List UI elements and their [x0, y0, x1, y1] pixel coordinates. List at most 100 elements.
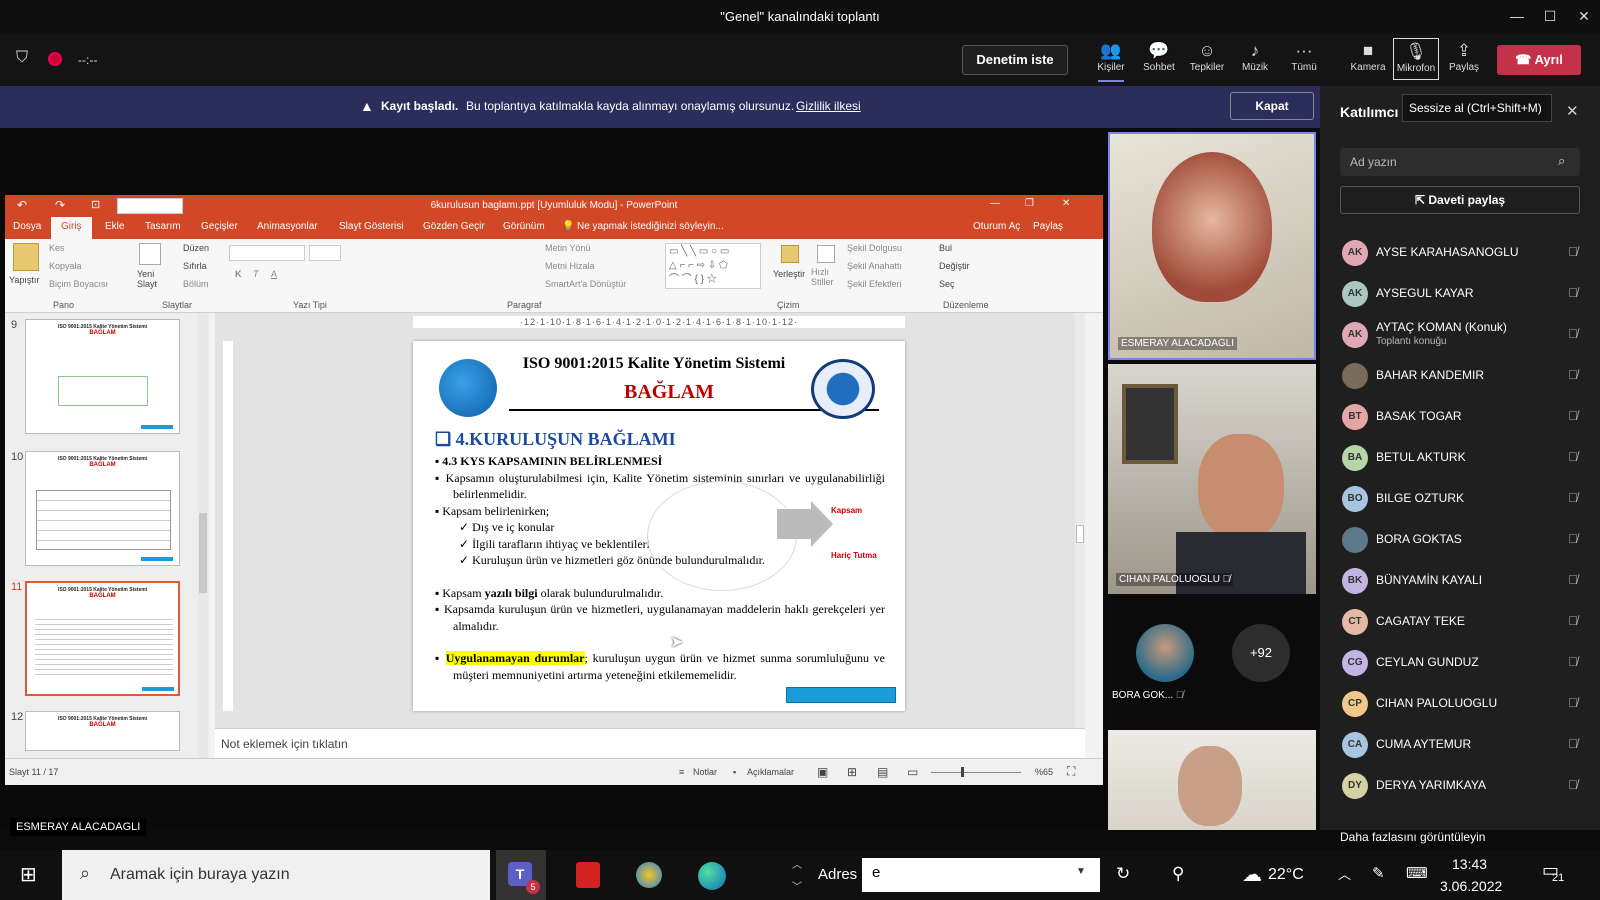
notes-icon[interactable]: ≡ [679, 767, 684, 777]
ppt-close-icon[interactable]: ✕ [1062, 198, 1070, 209]
underline-icon[interactable]: A [271, 269, 277, 279]
video-tile-speaker[interactable]: ESMERAY ALACADAGLI [1108, 132, 1316, 360]
participant-row[interactable]: BORA GOKTAS 🎙̸ [1342, 523, 1582, 555]
paste-label[interactable]: Yapıştır [9, 275, 39, 285]
acrobat-icon[interactable] [576, 862, 600, 888]
participant-row[interactable]: AK AYSEGUL KAYAR 🎙̸ [1342, 277, 1582, 309]
select-button[interactable]: Seç [939, 279, 955, 289]
participant-row[interactable]: BO BILGE OZTURK 🎙̸ [1342, 482, 1582, 514]
more-participants-button[interactable]: +92 [1232, 624, 1290, 682]
smartart-button[interactable]: SmartArt'a Dönüştür [545, 279, 626, 289]
participant-row[interactable]: CP CIHAN PALOLUOGLU 🎙̸ [1342, 687, 1582, 719]
quick-styles-icon[interactable] [817, 245, 835, 263]
refresh-icon[interactable]: ↻ [1116, 864, 1130, 884]
tab-animations[interactable]: Animasyonlar [257, 221, 318, 232]
participant-row[interactable]: CG CEYLAN GUNDUZ 🎙̸ [1342, 646, 1582, 678]
fit-slide-icon[interactable]: ⛶ [1067, 764, 1075, 779]
thumbs-scroll-thumb[interactable] [199, 513, 207, 593]
video-tile-3[interactable] [1108, 730, 1316, 830]
address-input[interactable]: e ▼ [862, 858, 1100, 892]
more-button[interactable]: ··· Tümü [1281, 40, 1327, 73]
arrange-icon[interactable] [781, 245, 799, 263]
tab-home[interactable]: Giriş [51, 217, 92, 239]
cut-button[interactable]: Kes [49, 243, 65, 253]
people-taskbar-icon[interactable]: ⚲ [1172, 864, 1184, 884]
ppt-minimize-icon[interactable]: — [990, 198, 1000, 209]
participant-row[interactable]: BT BASAK TOGAR 🎙̸ [1342, 400, 1582, 432]
close-panel-icon[interactable]: ✕ [1566, 102, 1579, 120]
reactions-button[interactable]: ☺ Tepkiler [1184, 40, 1230, 73]
participant-row[interactable]: DY DERYA YARIMKAYA 🎙̸ [1342, 769, 1582, 801]
teams-taskbar-icon[interactable]: T 5 [496, 850, 546, 900]
paste-icon[interactable] [13, 243, 39, 271]
keyboard-icon[interactable]: ⌨ [1406, 864, 1428, 882]
font-family-input[interactable] [229, 245, 305, 261]
participant-row[interactable]: CT CAGATAY TEKE 🎙̸ [1342, 605, 1582, 637]
tab-insert[interactable]: Ekle [105, 221, 124, 232]
avatar-bora[interactable] [1136, 624, 1194, 682]
video-tile-2[interactable]: CIHAN PALOLUOGLU 🎙̸ [1108, 364, 1316, 594]
tab-design[interactable]: Tasarım [145, 221, 181, 232]
shapes-gallery[interactable]: ▭ ╲ ╲ ▭ ○ ▭ △ ⌐ ⌐ ⇨ ⇩ ⬠ ⌒ ⌒ { } ☆ [665, 243, 761, 289]
layout-button[interactable]: Düzen [183, 243, 209, 253]
thumbs-scrollbar[interactable] [198, 313, 208, 758]
view-more-link[interactable]: Daha fazlasını görüntüleyin [1340, 830, 1485, 844]
copy-button[interactable]: Kopyala [49, 261, 82, 271]
slide-scroll-thumb[interactable] [1076, 525, 1084, 543]
windows-start-icon[interactable]: ⊞ [20, 862, 37, 887]
maximize-button[interactable]: ☐ [1538, 4, 1562, 28]
text-direction-button[interactable]: Metin Yönü [545, 243, 590, 253]
italic-icon[interactable]: T [253, 269, 259, 279]
slide-thumbnail-10[interactable]: ISO 9001:2015 Kalite Yönetim Sistemi BAĞ… [25, 451, 180, 566]
reset-button[interactable]: Sıfırla [183, 261, 207, 271]
slide-thumbnail-12[interactable]: ISO 9001:2015 Kalite Yönetim Sistemi BAĞ… [25, 711, 180, 751]
ppt-restore-icon[interactable]: ❐ [1025, 198, 1034, 209]
zoom-level[interactable]: %65 [1035, 767, 1053, 777]
sorter-view-icon[interactable]: ⊞ [847, 765, 857, 779]
participant-row[interactable]: AK AYTAÇ KOMAN (Konuk) Toplantı konuğu 🎙̸ [1342, 318, 1582, 350]
taskbar-search-box[interactable]: ⌕ Aramak için buraya yazın [62, 850, 490, 900]
people-button[interactable]: 👥 Kişiler [1088, 40, 1134, 73]
microphone-button[interactable]: 🎙 Mikrofon [1393, 38, 1439, 80]
slideshow-view-icon[interactable]: ▭ [907, 765, 918, 779]
shape-effects-button[interactable]: Şekil Efektleri [847, 279, 902, 289]
banner-close-button[interactable]: Kapat [1230, 92, 1314, 120]
tab-view[interactable]: Görünüm [503, 221, 545, 232]
weather-temperature[interactable]: 22°C [1268, 866, 1304, 884]
minimize-button[interactable]: — [1505, 4, 1529, 28]
participant-row[interactable]: AK AYSE KARAHASANOGLU 🎙̸ [1342, 236, 1582, 268]
tab-transitions[interactable]: Geçişler [201, 221, 238, 232]
bold-icon[interactable]: K [235, 269, 242, 279]
slide-scrollbar[interactable] [1075, 313, 1085, 728]
sign-in-link[interactable]: Oturum Aç [973, 221, 1020, 232]
chevron-up-icon[interactable]: ︿ [792, 856, 802, 871]
normal-view-icon[interactable]: ▣ [817, 765, 828, 779]
comments-toggle[interactable]: Açıklamalar [747, 767, 794, 777]
participant-row[interactable]: BAHAR KANDEMIR 🎙̸ [1342, 359, 1582, 391]
shape-fill-button[interactable]: Şekil Dolgusu [847, 243, 902, 253]
format-painter-button[interactable]: Biçim Boyacısı [49, 279, 108, 289]
shape-outline-button[interactable]: Şekil Anahattı [847, 261, 902, 271]
participant-row[interactable]: BA BETUL AKTURK 🎙̸ [1342, 441, 1582, 473]
zoom-slider-thumb[interactable] [961, 767, 964, 777]
slide-thumbnail-9[interactable]: ISO 9001:2015 Kalite Yönetim Sistemi BAĞ… [25, 319, 180, 434]
align-text-button[interactable]: Metni Hizala [545, 261, 595, 271]
search-participants-input[interactable]: Ad yazın ⌕ [1340, 148, 1580, 176]
notes-toggle[interactable]: Notlar [693, 767, 717, 777]
leave-button[interactable]: ☎ Ayrıl [1497, 45, 1581, 75]
current-slide[interactable]: ISO 9001:2015 Kalite Yönetim Sistemi BAĞ… [413, 341, 905, 711]
tray-chevron-icon[interactable]: ︿ [1338, 864, 1351, 883]
close-window-button[interactable]: ✕ [1572, 4, 1596, 28]
edge-icon[interactable] [698, 862, 726, 890]
notes-placeholder[interactable]: Not eklemek için tıklatın [221, 737, 348, 751]
replace-button[interactable]: Değiştir [939, 261, 970, 271]
section-button[interactable]: Bölüm [183, 279, 209, 289]
request-control-button[interactable]: Denetim iste [962, 45, 1068, 75]
tell-me-box[interactable]: Ne yapmak istediğinizi söyleyin... [577, 221, 724, 232]
tab-slideshow[interactable]: Slayt Gösterisi [339, 221, 403, 232]
slide-thumbnail-11[interactable]: ISO 9001:2015 Kalite Yönetim Sistemi BAĞ… [25, 581, 180, 696]
weather-cloud-icon[interactable]: ☁ [1242, 862, 1262, 887]
quick-styles-label[interactable]: Hızlı Stiller [811, 267, 841, 287]
notifications-button[interactable]: ▭ 21 [1540, 860, 1568, 888]
new-slide-icon[interactable] [139, 243, 161, 265]
